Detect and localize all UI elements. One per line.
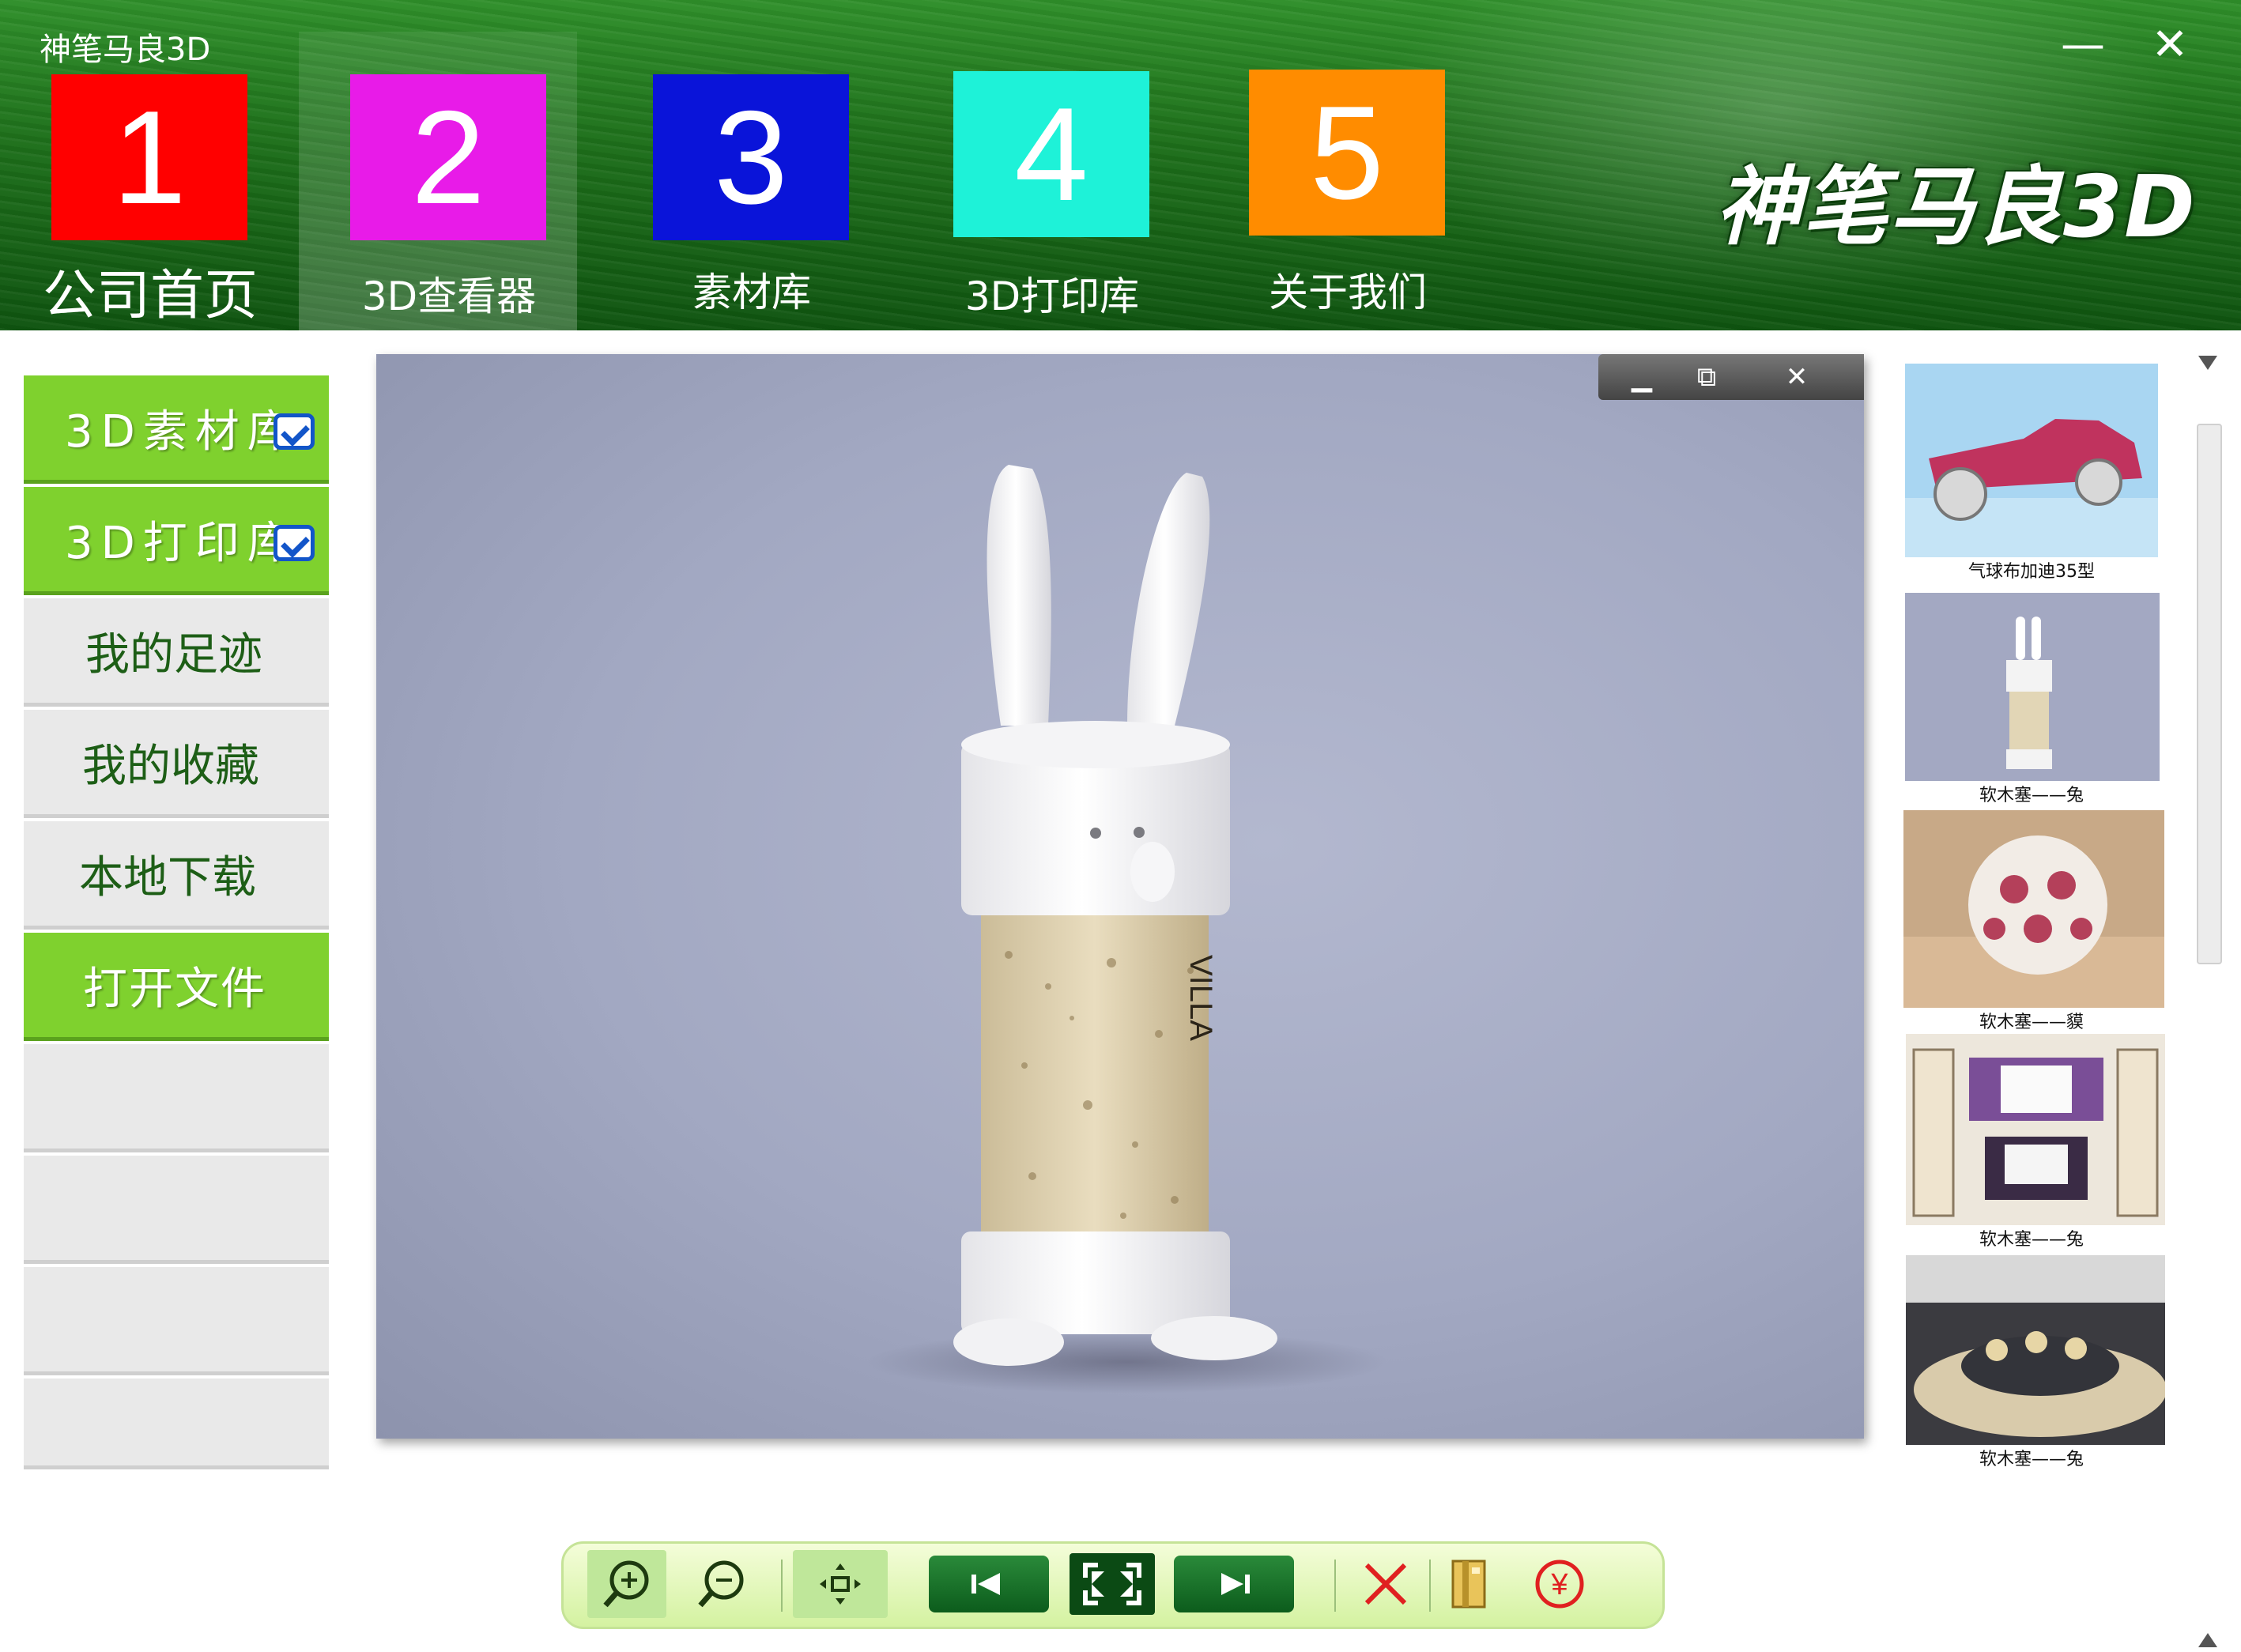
fullscreen-button[interactable] [1070,1553,1155,1615]
yen-icon: ¥ [1535,1560,1584,1609]
center-move-icon [820,1563,861,1605]
checkbox-checked-icon[interactable] [274,525,315,561]
pricing-button[interactable]: ¥ [1524,1550,1595,1618]
tab-3d-viewer[interactable]: 2 3D查看器 [350,0,546,330]
tab-5-number: 5 [1249,70,1445,236]
image-viewer[interactable]: VILLA ▁ ⧉ ✕ [376,354,1864,1439]
fullscreen-icon [1083,1563,1141,1605]
thumbnail-caption: 软木塞——兔 [1979,786,2084,805]
next-image-button[interactable] [1174,1556,1294,1612]
brand-logo-text: 神笔马良3D [1715,158,2197,257]
sidebar-item-local-downloads[interactable]: 本地下载 [24,821,329,930]
sidebar-empty-slot [24,1379,329,1469]
thumbnail-image-cork-rabbit [1905,593,2160,781]
tab-2-label: 3D查看器 [361,273,537,319]
thumbnail-image-printer [1906,1255,2165,1445]
tab-4-label: 3D打印库 [964,273,1140,319]
tab-1-number: 1 [51,74,247,240]
center-image-button[interactable] [793,1550,888,1618]
sidebar-item-label: 我的足迹 [85,628,262,681]
sidebar-item-label: 3D素材库 [65,405,300,458]
svg-text:¥: ¥ [1550,1568,1568,1601]
toolbar-divider [781,1560,783,1612]
thumbnail-scrollbar[interactable] [2194,348,2222,1652]
svg-text:VILLA: VILLA [1183,955,1218,1041]
tab-about-us[interactable]: 5 关于我们 [1249,0,1445,330]
thumbnail-caption: 气球布加迪35型 [1968,562,2095,582]
sidebar-item-label: 3D打印库 [65,517,300,569]
tab-4-number: 4 [953,71,1149,237]
tab-1-label: 公司首页 [42,265,258,327]
tab-5-label: 关于我们 [1269,270,1427,315]
thumbnail-caption: 软木塞——貘 [1979,1013,2084,1032]
sidebar-empty-slot [24,1156,329,1264]
scroll-down-arrow-icon[interactable] [2194,1628,2222,1652]
image-window-controls: ▁ ⧉ ✕ [1598,354,1864,400]
tab-3-label: 素材库 [692,270,811,315]
viewer-toolbar: ¥ [561,1541,1665,1629]
skip-next-icon [1221,1573,1250,1595]
thumbnail-caption: 软木塞——兔 [1979,1450,2084,1469]
checkbox-checked-icon[interactable] [274,413,315,450]
cork-rabbit-image: VILLA [866,465,1388,1394]
tab-3-number: 3 [653,74,849,240]
scrollbar-thumb[interactable] [2197,424,2222,964]
toolbar-divider [1334,1560,1336,1612]
sidebar-item-label: 打开文件 [83,963,266,1015]
thumbnail-caption: 软木塞——兔 [1979,1230,2084,1250]
thumbnail-image-car [1905,364,2158,557]
zoom-out-icon [698,1560,744,1608]
sidebar-item-label: 我的收藏 [82,740,259,792]
archive-icon [1451,1560,1486,1609]
tab-2-number: 2 [350,74,546,240]
archive-button[interactable] [1437,1550,1500,1618]
sidebar-item-my-footprints[interactable]: 我的足迹 [24,598,329,707]
thumbnail-image-robot [1906,1034,2165,1225]
thumbnail-image-ornament [1903,810,2164,1008]
sidebar-empty-slot [24,1267,329,1375]
minimize-window-button[interactable]: — [2055,17,2111,73]
zoom-out-button[interactable] [690,1550,753,1618]
sidebar-empty-slot [24,1044,329,1152]
skip-previous-icon [971,1573,1000,1595]
image-restore-button[interactable]: ⧉ [1679,359,1734,395]
tab-material-library[interactable]: 3 素材库 [653,0,849,330]
zoom-in-icon [603,1560,649,1608]
sidebar-item-open-file[interactable]: 打开文件 [24,933,329,1041]
sidebar-item-3d-print-library[interactable]: 3D打印库 [24,487,329,595]
delete-x-icon [1364,1563,1407,1605]
image-close-button[interactable]: ✕ [1769,359,1824,395]
toolbar-divider [1429,1560,1431,1612]
tab-3d-print-library[interactable]: 4 3D打印库 [953,0,1149,330]
header-bar: 神笔马良3D — ✕ 1 公司首页 2 3D查看器 3 素材库 4 3D打印库 … [0,0,2241,330]
tab-company-home[interactable]: 1 公司首页 [43,0,258,330]
previous-image-button[interactable] [929,1556,1049,1612]
close-window-button[interactable]: ✕ [2142,17,2198,73]
zoom-in-button[interactable] [587,1550,666,1618]
image-minimize-button[interactable]: ▁ [1614,359,1669,395]
sidebar-item-label: 本地下载 [79,851,256,903]
scroll-up-arrow-icon[interactable] [2194,348,2222,379]
sidebar: 3D素材库 3D打印库 我的足迹 我的收藏 本地下载 打开文件 [24,375,329,1473]
delete-button[interactable] [1354,1550,1417,1618]
sidebar-item-3d-material-library[interactable]: 3D素材库 [24,375,329,484]
sidebar-item-my-favorites[interactable]: 我的收藏 [24,710,329,818]
